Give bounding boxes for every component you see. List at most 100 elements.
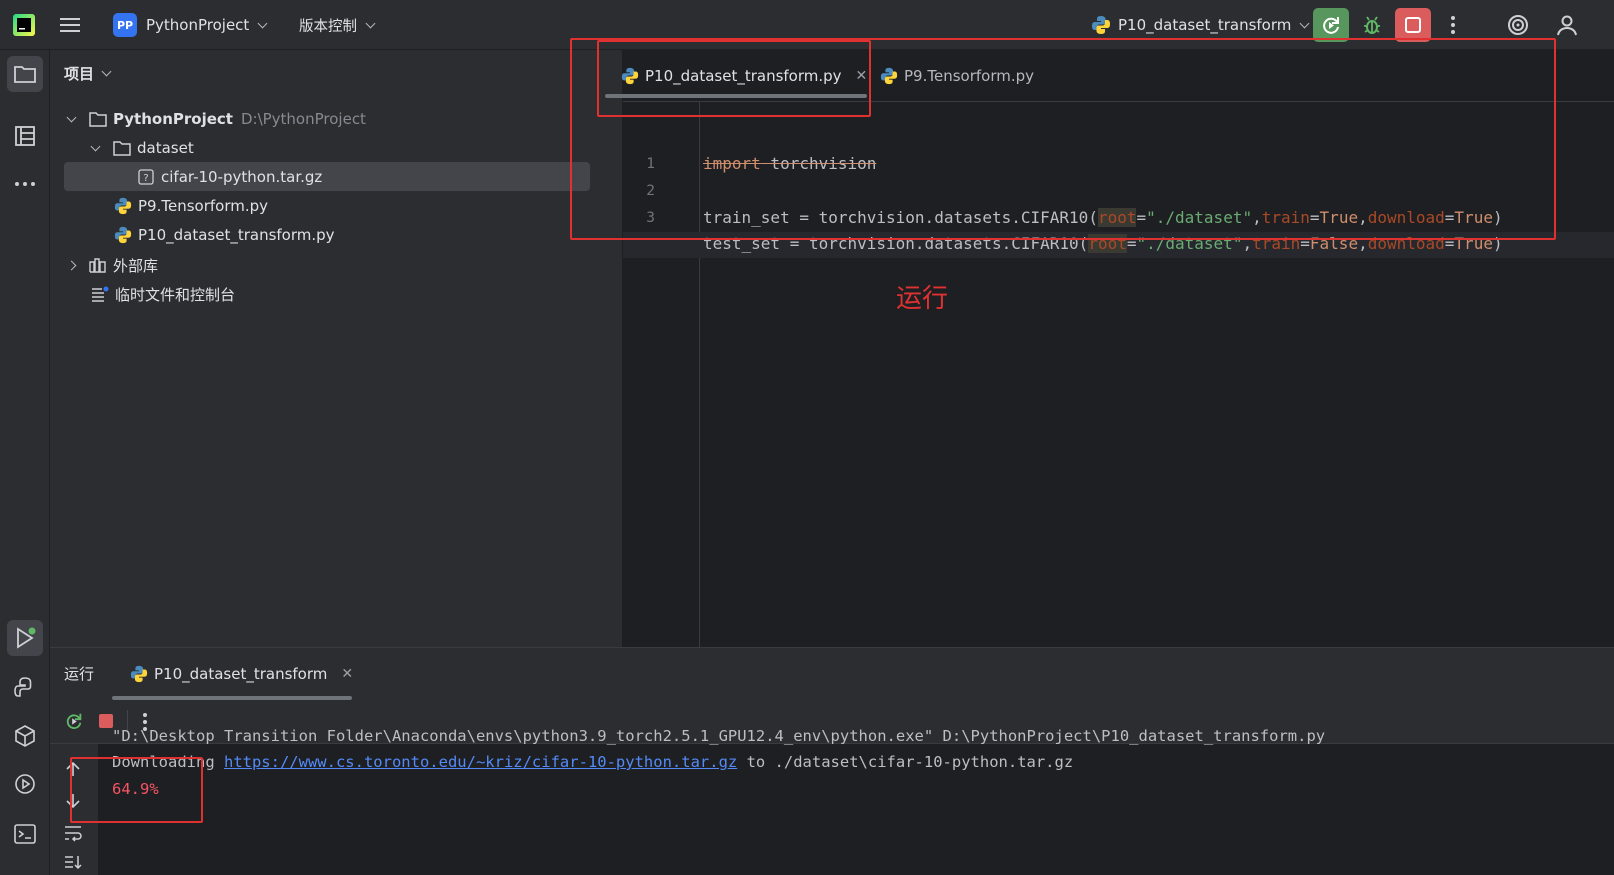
python-packages-button[interactable] xyxy=(7,718,43,754)
tool-window-stripe xyxy=(0,50,50,875)
more-actions-icon[interactable] xyxy=(1450,0,1456,50)
project-panel-header[interactable]: 项目 xyxy=(64,63,112,84)
line-number: 1 xyxy=(646,156,655,172)
services-icon xyxy=(15,774,35,794)
editor-tabs: P10_dataset_transform.py ✕ P9.Tensorform… xyxy=(605,50,1614,102)
folder-icon xyxy=(89,110,107,128)
close-icon[interactable]: ✕ xyxy=(856,68,868,84)
scratches-icon xyxy=(91,285,109,303)
run-icon xyxy=(17,627,36,649)
project-badge: PP xyxy=(113,13,137,37)
structure-tool-button[interactable] xyxy=(7,118,43,154)
python-console-button[interactable] xyxy=(7,670,43,706)
tree-row-p10[interactable]: P10_dataset_transform.py xyxy=(114,220,335,250)
run-side-toolbar xyxy=(50,744,98,875)
python-file-icon xyxy=(130,665,148,683)
tree-row-dataset[interactable]: dataset xyxy=(90,133,194,163)
line-number-gutter: 1 2 3 4 xyxy=(623,102,700,647)
file-name: P10_dataset_transform.py xyxy=(138,226,335,244)
console-line-command: "D:\Desktop Transition Folder\Anaconda\e… xyxy=(112,727,1326,745)
pycharm-logo[interactable] xyxy=(13,0,35,50)
scroll-down-icon[interactable] xyxy=(64,792,82,814)
console-progress: 64.9% xyxy=(112,780,159,798)
console-line-download: Downloading https://www.cs.toronto.edu/~… xyxy=(112,753,1074,771)
profile-icon[interactable] xyxy=(1556,0,1578,50)
run-tool-button[interactable] xyxy=(7,620,43,656)
run-config-selector[interactable]: P10_dataset_transform xyxy=(1090,0,1310,50)
annotation-run-label: 运行 xyxy=(896,284,949,314)
chevron-down-icon xyxy=(1299,18,1310,28)
run-tab[interactable]: P10_dataset_transform ✕ xyxy=(130,648,353,700)
vcs-widget[interactable]: 版本控制 xyxy=(299,0,376,50)
line-number: 3 xyxy=(646,210,655,226)
python-file-icon xyxy=(114,197,132,215)
folder-icon xyxy=(14,66,36,83)
active-tab-underline xyxy=(605,94,867,98)
python-file-icon xyxy=(621,67,639,85)
project-widget[interactable]: PP PythonProject xyxy=(113,0,268,50)
run-config-label: P10_dataset_transform xyxy=(1118,16,1292,34)
download-link[interactable]: https://www.cs.toronto.edu/~kriz/cifar-1… xyxy=(224,753,737,771)
debug-button[interactable] xyxy=(1354,8,1390,42)
chevron-down-icon xyxy=(90,141,101,151)
tab-label: P9.Tensorform.py xyxy=(904,67,1035,85)
rerun-icon[interactable] xyxy=(64,711,84,735)
stop-icon xyxy=(1405,17,1421,33)
chevron-right-icon xyxy=(66,260,77,270)
library-icon xyxy=(89,256,107,274)
folder-name: dataset xyxy=(137,139,194,157)
rerun-button[interactable] xyxy=(1313,8,1349,42)
scratches-label: 临时文件和控制台 xyxy=(115,285,236,304)
python-file-icon xyxy=(1090,14,1112,36)
bug-icon xyxy=(1364,16,1380,34)
project-panel: 项目 PythonProject D:\PythonProject datase… xyxy=(50,50,623,647)
project-panel-title: 项目 xyxy=(64,65,95,83)
structure-icon xyxy=(15,126,35,146)
chevron-down-icon xyxy=(365,18,376,28)
project-name: PythonProject xyxy=(146,16,250,34)
stop-button[interactable] xyxy=(1395,8,1431,42)
tree-row-p9[interactable]: P9.Tensorform.py xyxy=(114,191,268,221)
chevron-down-icon xyxy=(257,18,268,28)
tree-row-archive[interactable]: ? cifar-10-python.tar.gz xyxy=(137,162,322,192)
ellipsis-icon xyxy=(15,182,35,186)
root-name: PythonProject xyxy=(113,110,233,128)
archive-name: cifar-10-python.tar.gz xyxy=(161,168,323,186)
run-panel-header: 运行 P10_dataset_transform ✕ xyxy=(50,648,1614,700)
more-tools-button[interactable] xyxy=(7,166,43,202)
terminal-icon xyxy=(14,824,36,844)
tree-row-scratches[interactable]: 临时文件和控制台 xyxy=(91,279,235,309)
terminal-button[interactable] xyxy=(7,816,43,852)
chevron-down-icon xyxy=(66,112,77,122)
line-number: 2 xyxy=(646,183,655,199)
code-line-3[interactable]: train_set = torchvision.datasets.CIFAR10… xyxy=(703,208,1503,227)
soft-wrap-icon[interactable] xyxy=(64,824,82,846)
scroll-up-icon[interactable] xyxy=(64,760,82,782)
python-console-icon xyxy=(14,677,32,697)
tree-row-external-libraries[interactable]: 外部库 xyxy=(66,250,159,280)
tab-p9-tensorform[interactable]: P9.Tensorform.py xyxy=(880,50,1034,102)
scroll-to-end-icon[interactable] xyxy=(64,854,82,875)
title-bar: PP PythonProject 版本控制 P10_dataset_transf… xyxy=(0,0,1614,50)
project-tool-button[interactable] xyxy=(7,56,43,92)
tree-row-root[interactable]: PythonProject D:\PythonProject xyxy=(66,104,366,134)
folder-icon xyxy=(113,139,131,157)
external-libs-label: 外部库 xyxy=(113,256,159,275)
root-path: D:\PythonProject xyxy=(240,110,366,128)
code-line-1[interactable]: import torchvision xyxy=(703,154,876,173)
editor: P10_dataset_transform.py ✕ P9.Tensorform… xyxy=(605,50,1614,647)
svg-text:?: ? xyxy=(143,173,148,184)
tab-label: P10_dataset_transform.py xyxy=(645,67,842,85)
services-button[interactable] xyxy=(7,766,43,802)
python-file-icon xyxy=(114,226,132,244)
unknown-file-icon: ? xyxy=(137,168,155,186)
ai-assistant-icon[interactable] xyxy=(1506,0,1530,50)
code-line-4[interactable]: test_set = torchvision.datasets.CIFAR10(… xyxy=(703,234,1503,253)
packages-icon xyxy=(15,725,35,747)
file-name: P9.Tensorform.py xyxy=(138,197,269,215)
vcs-label: 版本控制 xyxy=(299,18,357,35)
run-tab-label: P10_dataset_transform xyxy=(154,665,328,683)
rerun-icon xyxy=(1323,17,1339,34)
main-menu-icon[interactable] xyxy=(60,0,82,50)
close-icon[interactable]: ✕ xyxy=(341,666,353,682)
